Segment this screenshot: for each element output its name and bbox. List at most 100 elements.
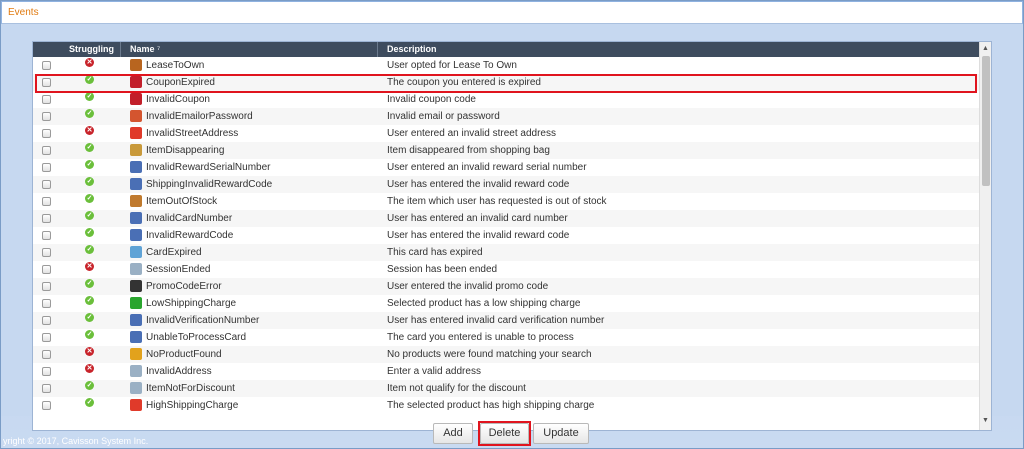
row-checkbox[interactable]	[42, 282, 51, 291]
event-description: Enter a valid address	[387, 366, 481, 377]
check-status-icon: ✓	[85, 313, 94, 322]
sort-icon: ⁷	[157, 44, 161, 54]
event-description: This card has expired	[387, 247, 483, 258]
row-checkbox[interactable]	[42, 299, 51, 308]
window-titlebar: Events	[2, 2, 1022, 24]
footer: yright © 2017, Cavisson System Inc. Add …	[1, 416, 1023, 449]
event-description: User entered the invalid promo code	[387, 281, 549, 292]
row-checkbox[interactable]	[42, 180, 51, 189]
truck-icon	[130, 297, 142, 309]
row-checkbox[interactable]	[42, 316, 51, 325]
error-status-icon: ✕	[85, 347, 94, 356]
card-icon	[130, 161, 142, 173]
event-description: The card you entered is unable to proces…	[387, 332, 574, 343]
row-checkbox[interactable]	[42, 163, 51, 172]
events-table: Struggling Name ⁷ Description ✕ LeaseToOw…	[32, 41, 992, 431]
add-button[interactable]: Add	[433, 423, 473, 444]
copyright-text: yright © 2017, Cavisson System Inc.	[3, 436, 149, 446]
table-row[interactable]: ✓ InvalidRewardSerialNumber User entered a…	[33, 159, 979, 176]
table-row[interactable]: ✕ InvalidStreetAddress User entered an inv…	[33, 125, 979, 142]
event-name: LowShippingCharge	[146, 298, 237, 309]
table-row[interactable]: ✓ ItemOutOfStock The item which user has r…	[33, 193, 979, 210]
error-status-icon: ✕	[85, 364, 94, 373]
table-row[interactable]: ✕ InvalidAddress Enter a valid address	[33, 363, 979, 380]
plane-icon	[130, 399, 142, 411]
check-status-icon: ✓	[85, 228, 94, 237]
table-row[interactable]: ✓ UnableToProcessCard The card you entered…	[33, 329, 979, 346]
table-row[interactable]: ✓ CardExpired This card has expired	[33, 244, 979, 261]
column-header-struggling[interactable]: Struggling	[69, 44, 114, 54]
event-description: The item which user has requested is out…	[387, 196, 607, 207]
row-checkbox[interactable]	[42, 61, 51, 70]
table-row[interactable]: ✓ InvalidCoupon Invalid coupon code	[33, 91, 979, 108]
events-window: Events Struggling Name ⁷ Description ✕ Le…	[0, 0, 1024, 449]
row-checkbox[interactable]	[42, 129, 51, 138]
event-name: ShippingInvalidRewardCode	[146, 179, 273, 190]
table-row[interactable]: ✕ LeaseToOwn User opted for Lease To Own	[33, 57, 979, 74]
highlight-delete-button	[478, 421, 531, 446]
event-description: Invalid coupon code	[387, 94, 476, 105]
table-row[interactable]: ✓ ItemNotForDiscount Item not qualify for …	[33, 380, 979, 397]
event-name: InvalidAddress	[146, 366, 212, 377]
card-expired-icon	[130, 246, 142, 258]
event-name: InvalidCoupon	[146, 94, 210, 105]
event-description: User has entered an invalid card number	[387, 213, 568, 224]
row-checkbox[interactable]	[42, 265, 51, 274]
event-description: User has entered the invalid reward code	[387, 230, 570, 241]
table-row[interactable]: ✓ ItemDisappearing Item disappeared from s…	[33, 142, 979, 159]
row-checkbox[interactable]	[42, 214, 51, 223]
event-name: SessionEnded	[146, 264, 211, 275]
card-icon	[130, 314, 142, 326]
update-button[interactable]: Update	[533, 423, 589, 444]
table-row[interactable]: ✓ PromoCodeError User entered the invalid …	[33, 278, 979, 295]
row-checkbox[interactable]	[42, 350, 51, 359]
table-row[interactable]: ✓ InvalidCardNumber User has entered an in…	[33, 210, 979, 227]
table-row[interactable]: ✕ NoProductFound No products were found ma…	[33, 346, 979, 363]
event-description: Item not qualify for the discount	[387, 383, 526, 394]
event-description: Selected product has a low shipping char…	[387, 298, 581, 309]
table-row[interactable]: ✓ LowShippingCharge Selected product has a…	[33, 295, 979, 312]
error-status-icon: ✕	[85, 126, 94, 135]
event-description: Item disappeared from shopping bag	[387, 145, 550, 156]
event-name: NoProductFound	[146, 349, 222, 360]
table-header: Struggling Name ⁷ Description	[33, 42, 979, 57]
row-checkbox[interactable]	[42, 367, 51, 376]
event-description: User opted for Lease To Own	[387, 60, 517, 71]
row-checkbox[interactable]	[42, 95, 51, 104]
highlight-coupon-expired-row	[35, 74, 977, 93]
column-header-description[interactable]: Description	[387, 44, 437, 54]
event-name: InvalidVerificationNumber	[146, 315, 260, 326]
row-checkbox[interactable]	[42, 146, 51, 155]
row-checkbox[interactable]	[42, 197, 51, 206]
check-status-icon: ✓	[85, 194, 94, 203]
scroll-up-icon[interactable]: ▲	[982, 45, 989, 52]
event-description: User has entered the invalid reward code	[387, 179, 570, 190]
table-row[interactable]: ✕ SessionEnded Session has been ended	[33, 261, 979, 278]
row-checkbox[interactable]	[42, 112, 51, 121]
plane-icon	[130, 127, 142, 139]
row-checkbox[interactable]	[42, 231, 51, 240]
event-description: No products were found matching your sea…	[387, 349, 592, 360]
row-checkbox[interactable]	[42, 384, 51, 393]
event-name: ItemOutOfStock	[146, 196, 218, 207]
row-checkbox[interactable]	[42, 248, 51, 257]
table-row[interactable]: ✓ InvalidEmailorPassword Invalid email or …	[33, 108, 979, 125]
column-divider[interactable]	[120, 42, 121, 57]
lease-icon	[130, 59, 142, 71]
table-row[interactable]: ✓ InvalidRewardCode User has entered the i…	[33, 227, 979, 244]
event-description: User has entered invalid card verificati…	[387, 315, 605, 326]
table-row[interactable]: ✓ ShippingInvalidRewardCode User has enter…	[33, 176, 979, 193]
vertical-scrollbar[interactable]: ▲ ▼	[979, 42, 991, 430]
event-name: UnableToProcessCard	[146, 332, 247, 343]
password-icon	[130, 110, 142, 122]
table-row[interactable]: ✓ HighShippingCharge The selected product …	[33, 397, 979, 414]
scroll-thumb[interactable]	[982, 56, 990, 186]
row-checkbox[interactable]	[42, 401, 51, 410]
check-status-icon: ✓	[85, 109, 94, 118]
row-checkbox[interactable]	[42, 333, 51, 342]
table-row[interactable]: ✓ InvalidVerificationNumber User has enter…	[33, 312, 979, 329]
event-name: LeaseToOwn	[146, 60, 205, 71]
column-divider[interactable]	[377, 42, 378, 57]
event-name: InvalidCardNumber	[146, 213, 233, 224]
column-header-name[interactable]: Name ⁷	[130, 44, 160, 54]
